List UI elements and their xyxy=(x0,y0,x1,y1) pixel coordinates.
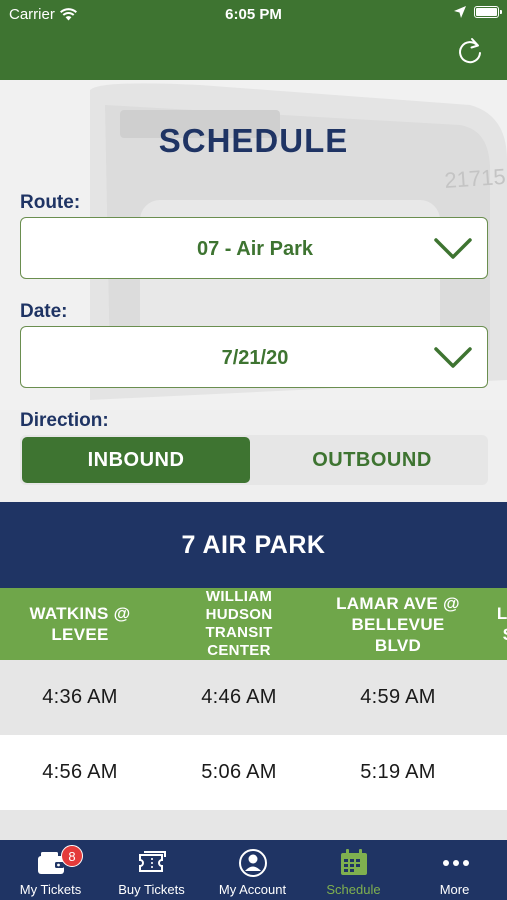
tab-my-tickets[interactable]: 8 My Tickets xyxy=(0,840,101,900)
refresh-icon[interactable] xyxy=(455,36,485,66)
svg-text:21715: 21715 xyxy=(444,164,507,193)
battery-icon xyxy=(474,6,502,18)
direction-label: Direction: xyxy=(20,410,109,431)
tab-label: Buy Tickets xyxy=(118,882,185,897)
date-select[interactable]: 7/21/20 xyxy=(20,326,488,388)
route-banner: 7 AIR PARK xyxy=(0,502,507,588)
stop-header: LA S xyxy=(496,604,507,644)
app-header: Carrier 6:05 PM xyxy=(0,0,507,80)
outbound-button[interactable]: OUTBOUND xyxy=(258,437,486,483)
date-label: Date: xyxy=(20,301,68,322)
date-select-value: 7/21/20 xyxy=(221,347,289,369)
time-cell: 4:59 AM xyxy=(360,686,436,708)
time-cell: 4:56 AM xyxy=(42,761,118,783)
tab-label: Schedule xyxy=(326,882,381,897)
time-cell: 4:36 AM xyxy=(42,686,118,708)
location-arrow-icon xyxy=(454,6,466,18)
tab-more[interactable]: More xyxy=(404,840,507,900)
stop-header: WILLIAM HUDSON TRANSIT CENTER xyxy=(205,588,273,659)
tickets-icon xyxy=(138,851,166,872)
time-cell: 4:46 AM xyxy=(201,686,277,708)
status-right xyxy=(454,6,502,18)
tab-schedule[interactable]: Schedule xyxy=(303,840,404,900)
table-row: 4:36 AM 4:46 AM 4:59 AM xyxy=(0,660,507,735)
stop-header: WATKINS @ LEVEE xyxy=(29,604,131,644)
schedule-form: 21715 SCHEDULE Route: 07 - Air Park Date… xyxy=(0,80,507,502)
inbound-button[interactable]: INBOUND xyxy=(22,437,250,483)
chevron-down-icon xyxy=(434,347,472,368)
clock: 6:05 PM xyxy=(225,6,282,23)
notification-badge: 8 xyxy=(61,845,83,867)
tab-bar: 8 My Tickets Buy Tickets My Account Sche… xyxy=(0,840,507,900)
time-cell: 5:06 AM xyxy=(201,761,277,783)
route-select-value: 07 - Air Park xyxy=(197,238,313,260)
calendar-icon xyxy=(340,849,367,875)
tab-buy-tickets[interactable]: Buy Tickets xyxy=(101,840,202,900)
route-label: Route: xyxy=(20,192,81,213)
stops-header-row: WATKINS @ LEVEE WILLIAM HUDSON TRANSIT C… xyxy=(0,588,507,660)
direction-toggle: INBOUND OUTBOUND xyxy=(20,435,488,485)
route-select[interactable]: 07 - Air Park xyxy=(20,217,488,279)
tab-label: More xyxy=(439,882,470,897)
time-cell: 5:19 AM xyxy=(360,761,436,783)
more-icon xyxy=(442,860,469,866)
tab-label: My Account xyxy=(218,882,287,897)
table-row: 4:56 AM 5:06 AM 5:19 AM xyxy=(0,735,507,810)
tab-my-account[interactable]: My Account xyxy=(202,840,303,900)
table-row xyxy=(0,810,507,840)
account-icon xyxy=(238,849,267,877)
page-title: SCHEDULE xyxy=(158,122,349,159)
chevron-down-icon xyxy=(434,238,472,259)
status-bar: Carrier 6:05 PM xyxy=(0,0,507,28)
tab-label: My Tickets xyxy=(19,882,82,897)
stop-header: LAMAR AVE @ BELLEVUE BLVD xyxy=(336,593,460,655)
